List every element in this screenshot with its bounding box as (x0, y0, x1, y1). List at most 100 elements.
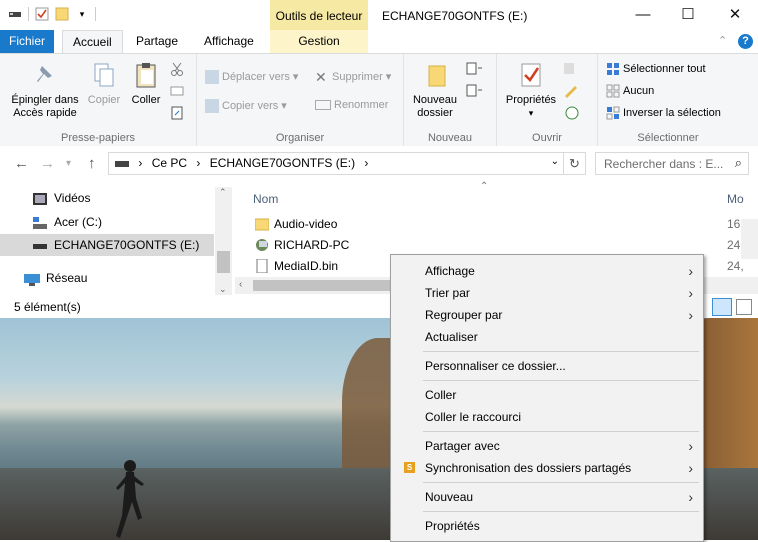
open-icon[interactable] (563, 62, 581, 79)
menu-item-personnaliser[interactable]: Personnaliser ce dossier... (391, 355, 703, 377)
chevron-right-icon: › (688, 489, 693, 505)
group-organiser: Déplacer vers ▾ Copier vers ▾ ✕ Supprimer… (197, 54, 404, 147)
drive-icon (115, 160, 129, 167)
nav-item-videos[interactable]: Vidéos (0, 187, 214, 209)
chevron-down-icon[interactable]: ⌄ (551, 156, 559, 167)
menu-item-trier-par[interactable]: Trier par › (391, 282, 703, 304)
nav-item-acer-c[interactable]: Acer (C:) (0, 211, 214, 233)
quick-access-toolbar: ▾ (8, 7, 96, 21)
rename-button[interactable]: Renommer (315, 99, 388, 111)
drive-icon (33, 215, 47, 229)
back-button[interactable]: ← (14, 155, 29, 172)
tab-gestion[interactable]: Gestion (270, 30, 368, 53)
help-icon[interactable]: ? (738, 34, 753, 49)
column-header-name[interactable]: Nom (253, 192, 278, 206)
menu-separator (423, 431, 699, 432)
maximize-button[interactable]: ☐ (677, 4, 699, 26)
address-bar: ← → ▾ ↑ › Ce PC › ECHANGE70GONTFS (E:) ›… (0, 146, 758, 181)
pin-quick-access-button[interactable]: Épingler dans Accès rapide (6, 60, 84, 120)
history-icon[interactable] (563, 106, 581, 123)
breadcrumb-item[interactable]: ECHANGE70GONTFS (E:) (210, 156, 355, 170)
menu-item-coller-raccourci[interactable]: Coller le raccourci (391, 406, 703, 428)
large-icons-view-icon[interactable] (736, 299, 752, 315)
ribbon: Épingler dans Accès rapide Copier Coller… (0, 53, 758, 148)
computer-icon (255, 238, 269, 252)
paste-shortcut-icon[interactable] (170, 106, 184, 123)
menu-item-nouveau[interactable]: Nouveau › (391, 486, 703, 508)
details-view-icon[interactable] (712, 298, 732, 316)
wallpaper-runner (116, 460, 144, 538)
group-presse-papiers: Épingler dans Accès rapide Copier Coller… (0, 54, 197, 147)
menu-item-proprietes[interactable]: Propriétés (391, 515, 703, 537)
breadcrumb: › Ce PC › ECHANGE70GONTFS (E:) › (115, 156, 374, 170)
properties-button[interactable]: Propriétés ▾ (503, 60, 559, 120)
collapse-ribbon-icon[interactable]: ⌃ (718, 34, 727, 47)
easy-access-icon[interactable] (466, 84, 484, 101)
menu-separator (423, 351, 699, 352)
up-button[interactable]: ↑ (88, 155, 96, 172)
forward-button[interactable]: → (40, 155, 55, 172)
properties-icon[interactable] (35, 7, 49, 21)
ribbon-tabs: Fichier Accueil Partage Affichage Gestio… (0, 30, 758, 54)
menu-item-synchronisation[interactable]: S Synchronisation des dossiers partagés › (391, 457, 703, 479)
invert-selection-icon (606, 106, 620, 120)
invert-selection-button[interactable]: Inverser la sélection (606, 106, 721, 120)
column-header-modified[interactable]: Mo (727, 192, 744, 206)
chevron-down-icon[interactable]: ▾ (75, 7, 89, 21)
close-button[interactable]: ✕ (724, 4, 746, 26)
select-all-icon (606, 62, 620, 76)
sort-arrow-icon: ⌃ (480, 181, 489, 192)
contextual-tab-group: Outils de lecteur (270, 0, 368, 30)
tab-partage[interactable]: Partage (126, 30, 188, 53)
clipboard-icon (136, 63, 156, 88)
chevron-right-icon: › (688, 460, 693, 476)
tab-affichage[interactable]: Affichage (194, 30, 264, 53)
properties-check-icon (521, 63, 541, 87)
select-all-button[interactable]: Sélectionner tout (606, 62, 706, 76)
menu-separator (423, 511, 699, 512)
folder-icon (254, 217, 270, 231)
drive-icon (33, 238, 47, 252)
select-none-button[interactable]: Aucun (606, 84, 654, 98)
search-input[interactable]: Rechercher dans : E... ⌕ (595, 152, 749, 175)
drive-icon[interactable] (8, 7, 22, 21)
edit-icon[interactable] (563, 84, 581, 101)
copy-to-icon (205, 99, 219, 114)
new-folder-icon[interactable] (55, 7, 69, 21)
copy-button[interactable]: Copier (82, 60, 126, 107)
new-item-icon[interactable] (466, 62, 484, 79)
copy-to-button[interactable]: Copier vers ▾ (205, 99, 287, 114)
chevron-right-icon: › (688, 263, 693, 279)
nav-scrollbar[interactable]: ⌃ ⌄ (215, 187, 232, 295)
context-menu: Affichage › Trier par › Regrouper par › Act… (390, 254, 704, 542)
menu-item-coller[interactable]: Coller (391, 384, 703, 406)
move-to-icon (205, 70, 219, 85)
menu-item-partager-avec[interactable]: Partager avec › (391, 435, 703, 457)
tab-accueil[interactable]: Accueil (62, 30, 123, 54)
nav-item-echange-e[interactable]: ECHANGE70GONTFS (E:) (0, 234, 214, 256)
menu-item-regrouper-par[interactable]: Regrouper par › (391, 304, 703, 326)
move-to-button[interactable]: Déplacer vers ▾ (205, 70, 298, 85)
sync-icon: S (404, 462, 415, 473)
search-icon[interactable]: ⌕ (735, 155, 742, 171)
menu-item-actualiser[interactable]: Actualiser (391, 326, 703, 348)
group-nouveau: Nouveau dossier Nouveau (404, 54, 497, 147)
breadcrumb-item[interactable]: Ce PC (152, 156, 187, 170)
new-folder-button[interactable]: Nouveau dossier (410, 60, 462, 120)
paste-button[interactable]: Coller (126, 60, 166, 107)
delete-button[interactable]: ✕ Supprimer ▾ (315, 70, 391, 84)
recent-locations-button[interactable]: ▾ (66, 158, 71, 169)
cut-icon[interactable] (170, 62, 184, 79)
tab-fichier[interactable]: Fichier (0, 30, 54, 53)
menu-item-affichage[interactable]: Affichage › (391, 260, 703, 282)
chevron-right-icon: › (688, 285, 693, 301)
copy-path-icon[interactable] (170, 84, 184, 101)
file-vscrollbar[interactable] (741, 219, 758, 259)
address-field[interactable]: › Ce PC › ECHANGE70GONTFS (E:) › ⌄ ↻ (108, 152, 586, 175)
window-title: ECHANGE70GONTFS (E:) (382, 9, 528, 23)
refresh-icon[interactable]: ↻ (563, 153, 585, 174)
delete-icon: ✕ (315, 69, 327, 86)
minimize-button[interactable]: — (632, 4, 654, 26)
nav-item-reseau[interactable]: Réseau (0, 267, 214, 289)
rename-icon (315, 100, 331, 111)
